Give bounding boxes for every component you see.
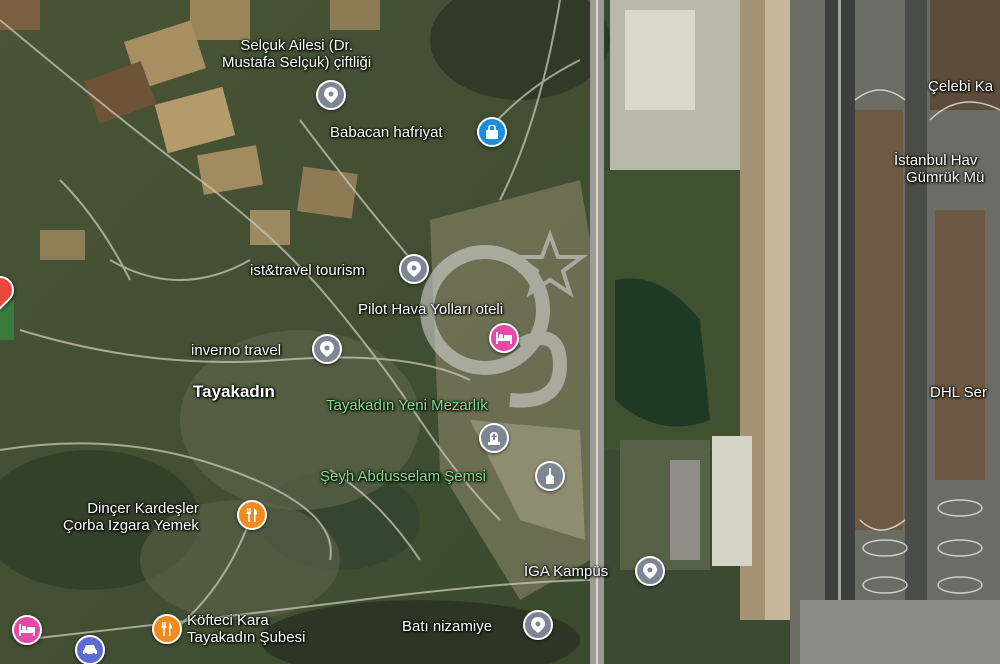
cemetery-icon[interactable] — [479, 423, 509, 453]
place-label-kofteci[interactable]: Köfteci Kara Tayakadın Şubesi — [187, 612, 305, 646]
satellite-map[interactable]: Selçuk Ailesi (Dr. Mustafa Selçuk) çiftl… — [0, 0, 1000, 664]
place-label-igakampus[interactable]: İGA Kampüs — [524, 563, 608, 580]
location-icon[interactable] — [312, 334, 342, 364]
location-icon[interactable] — [635, 556, 665, 586]
place-label-inverno[interactable]: inverno travel — [191, 342, 281, 359]
place-label-dhl[interactable]: DHL Ser — [930, 384, 987, 401]
place-label-babacan[interactable]: Babacan hafriyat — [330, 124, 443, 141]
shopping-bag-icon[interactable] — [477, 117, 507, 147]
bed-icon[interactable] — [12, 615, 42, 645]
mosque-icon[interactable] — [535, 461, 565, 491]
bed-icon[interactable] — [489, 323, 519, 353]
location-icon[interactable] — [523, 610, 553, 640]
restaurant-icon[interactable] — [237, 500, 267, 530]
place-label-seyh[interactable]: Şeyh Abdusselam Şemsi — [320, 468, 486, 485]
location-icon[interactable] — [399, 254, 429, 284]
place-label-bati[interactable]: Batı nizamiye — [402, 618, 492, 635]
place-label-mezarlik[interactable]: Tayakadın Yeni Mezarlık — [326, 397, 488, 414]
car-icon[interactable] — [75, 635, 105, 664]
place-label-tayakadin[interactable]: Tayakadın — [193, 383, 275, 400]
place-label-pilot[interactable]: Pilot Hava Yolları oteli — [358, 301, 503, 318]
restaurant-icon[interactable] — [152, 614, 182, 644]
location-icon[interactable] — [316, 80, 346, 110]
place-label-dincer[interactable]: Dinçer Kardeşler Çorba Izgara Yemek — [63, 500, 199, 534]
place-label-selcuk[interactable]: Selçuk Ailesi (Dr. Mustafa Selçuk) çiftl… — [222, 37, 371, 71]
place-label-isttravel[interactable]: ist&travel tourism — [250, 262, 365, 279]
place-label-istanbulhav[interactable]: İstanbul Hav Gümrük Mü — [894, 152, 984, 186]
place-label-celebi[interactable]: Çelebi Ka — [928, 78, 993, 95]
